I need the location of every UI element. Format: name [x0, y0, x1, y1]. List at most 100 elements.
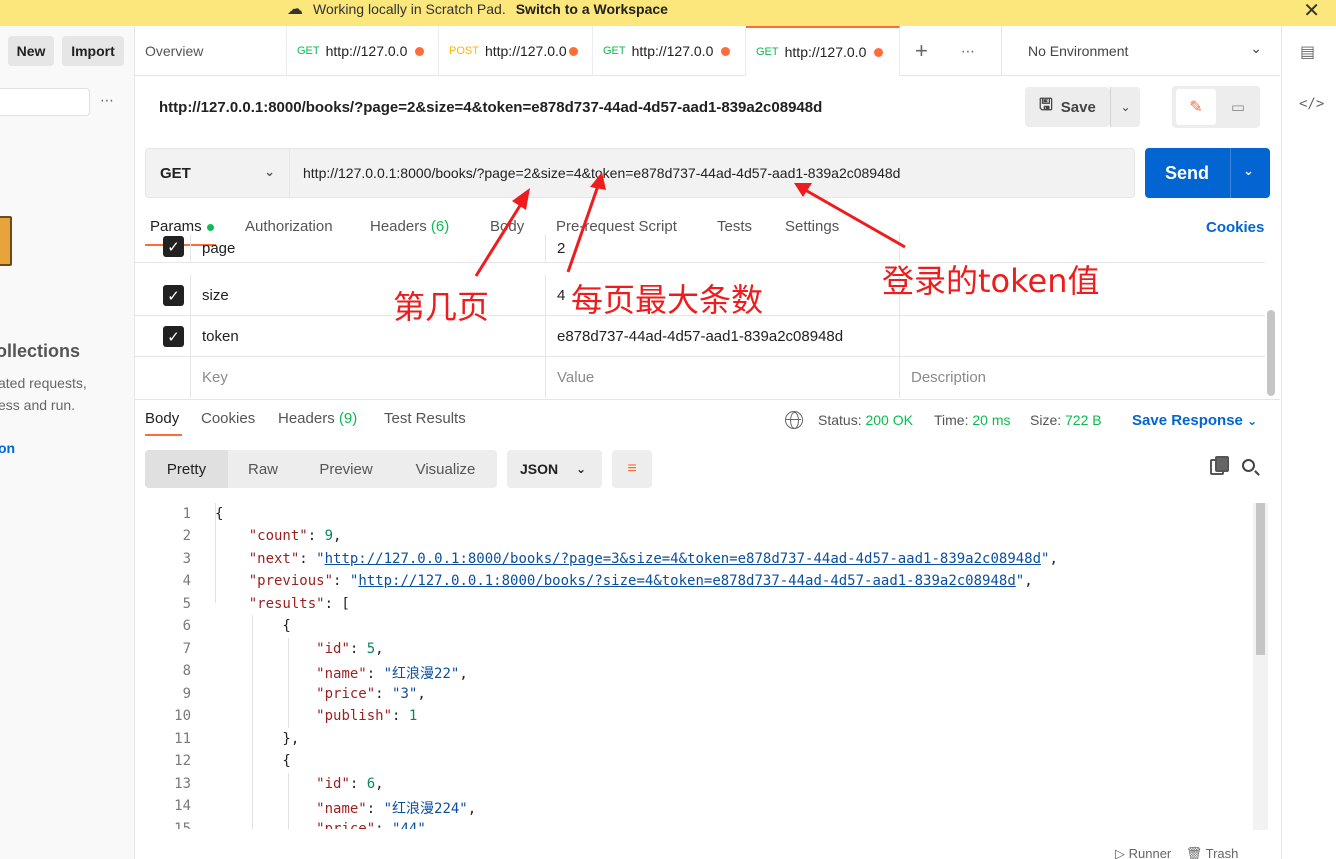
globe-icon[interactable]: [785, 411, 803, 429]
code-scrollbar[interactable]: [1253, 503, 1268, 830]
code-line: "name": "红浪漫224",: [316, 801, 477, 817]
checkbox-checked-icon[interactable]: ✓: [163, 326, 184, 347]
tab-request-2[interactable]: POST http://127.0.0: [439, 26, 593, 76]
chevron-down-icon: ⌄: [1250, 40, 1262, 56]
comment-icon[interactable]: ▭: [1220, 89, 1256, 125]
param-value[interactable]: 2: [545, 234, 899, 263]
code-line: "id": 5,: [316, 641, 384, 657]
import-button[interactable]: Import: [62, 36, 124, 66]
description-placeholder[interactable]: Description: [899, 357, 1265, 398]
save-button[interactable]: 🖫 Save: [1025, 87, 1110, 127]
annotation-page: 第几页: [393, 288, 490, 326]
checkbox-checked-icon[interactable]: ✓: [163, 285, 184, 306]
new-button[interactable]: New: [8, 36, 54, 66]
next-url-link[interactable]: http://127.0.0.1:8000/books/?page=3&size…: [325, 551, 1041, 567]
tab-response-headers[interactable]: Headers (9): [278, 410, 357, 427]
send-button[interactable]: Send ⌄: [1145, 148, 1270, 198]
response-format-group: Pretty Raw Preview Visualize: [145, 450, 497, 488]
value-placeholder[interactable]: Value: [545, 357, 899, 398]
tab-overview[interactable]: Overview: [135, 26, 287, 76]
sidebar-search-input[interactable]: [0, 88, 90, 116]
response-body-code[interactable]: 1 2 3 4 5 6 7 8 9 10 11 12 13 14 15 { "c…: [145, 503, 1251, 829]
code-line: {: [215, 506, 224, 522]
runner-button[interactable]: Runner: [1129, 846, 1172, 859]
trash-button[interactable]: Trash: [1206, 846, 1239, 859]
request-title[interactable]: http://127.0.0.1:8000/books/?page=2&size…: [159, 99, 822, 116]
divider: [135, 399, 1280, 400]
json-number: 9: [324, 528, 334, 544]
code-icon[interactable]: </>: [1299, 96, 1324, 112]
tab-response-body[interactable]: Body: [145, 410, 179, 427]
unsaved-dot-icon: [721, 46, 731, 56]
environment-select[interactable]: No Environment ⌄: [1001, 26, 1280, 76]
format-visualize[interactable]: Visualize: [394, 450, 497, 488]
json-key: "count": [248, 528, 308, 544]
search-icon[interactable]: [1242, 459, 1255, 472]
time-label: Time:: [934, 412, 969, 428]
switch-workspace-link[interactable]: Switch to a Workspace: [516, 1, 668, 17]
method-select[interactable]: GET ⌄: [145, 148, 290, 198]
close-icon[interactable]: ✕: [1303, 0, 1320, 23]
scrollbar-thumb[interactable]: [1256, 503, 1265, 655]
code-line: "publish": 1: [316, 708, 418, 724]
environment-quick-look-icon[interactable]: ▤: [1300, 42, 1315, 62]
empty-collections-heading: ollections: [0, 341, 81, 361]
code-line: "price": "44": [215, 821, 426, 829]
language-select[interactable]: JSON ⌄: [507, 450, 602, 488]
tab-authorization[interactable]: Authorization: [245, 218, 333, 235]
tab-tests[interactable]: Tests: [717, 218, 752, 235]
format-preview[interactable]: Preview: [298, 450, 394, 488]
response-headers-count: (9): [338, 410, 358, 427]
line-number: 5: [182, 596, 191, 612]
tab-params[interactable]: Params: [150, 218, 214, 235]
size-value: 722 B: [1065, 412, 1102, 428]
tab-test-results[interactable]: Test Results: [384, 410, 466, 427]
url-input[interactable]: http://127.0.0.1:8000/books/?page=2&size…: [290, 148, 1135, 198]
pencil-icon[interactable]: ✎: [1176, 89, 1216, 125]
format-raw[interactable]: Raw: [228, 450, 298, 488]
checkbox-checked-icon[interactable]: ✓: [163, 236, 184, 257]
tab-request-1[interactable]: GET http://127.0.0: [287, 26, 439, 76]
copy-icon[interactable]: [1210, 456, 1229, 475]
tab-headers[interactable]: Headers (6): [370, 218, 449, 235]
create-collection-link[interactable]: on: [0, 440, 15, 456]
time-readout: Time: 20 ms: [934, 412, 1011, 428]
param-description[interactable]: [899, 316, 1265, 357]
tab-response-cookies[interactable]: Cookies: [201, 410, 255, 427]
chevron-down-icon[interactable]: ⌄: [1243, 163, 1254, 179]
environment-label: No Environment: [1028, 43, 1129, 59]
right-rail: ▤ </>: [1281, 26, 1336, 859]
more-icon[interactable]: ⋯: [100, 92, 115, 109]
save-options-chevron-icon[interactable]: ⌄: [1110, 87, 1140, 127]
json-string: "红浪漫224": [383, 801, 468, 817]
tab-body[interactable]: Body: [490, 218, 524, 235]
size-label: Size:: [1030, 412, 1062, 428]
param-key[interactable]: token: [190, 316, 545, 357]
param-key[interactable]: page: [190, 234, 545, 263]
wrap-lines-icon[interactable]: ≡: [612, 450, 652, 488]
method-badge: POST: [449, 45, 479, 57]
new-tab-plus-icon[interactable]: +: [915, 38, 928, 64]
param-value[interactable]: e878d737-44ad-4d57-aad1-839a2c08948d: [545, 316, 899, 357]
tab-request-3[interactable]: GET http://127.0.0: [593, 26, 746, 76]
send-divider: [1230, 148, 1231, 198]
tab-label: http://127.0.0: [325, 43, 408, 59]
params-scrollbar[interactable]: [1267, 310, 1275, 396]
key-placeholder[interactable]: Key: [190, 357, 545, 398]
tabs-more-icon[interactable]: ⋯: [961, 43, 976, 60]
json-string: "3": [392, 686, 418, 702]
save-response-button[interactable]: Save Response ⌄: [1132, 412, 1257, 429]
tab-prerequest[interactable]: Pre-request Script: [556, 218, 677, 235]
json-string: "红浪漫22": [383, 666, 460, 682]
method-badge: GET: [603, 45, 626, 57]
param-key[interactable]: size: [190, 275, 545, 316]
tab-settings[interactable]: Settings: [785, 218, 839, 235]
format-pretty[interactable]: Pretty: [145, 450, 228, 488]
tab-label: http://127.0.0: [631, 43, 714, 59]
code-line: {: [215, 618, 291, 634]
previous-url-link[interactable]: http://127.0.0.1:8000/books/?size=4&toke…: [358, 573, 1015, 589]
tab-request-4-active[interactable]: GET http://127.0.0: [746, 26, 900, 76]
tab-label: http://127.0.0: [784, 44, 867, 60]
tab-params-label: Params: [150, 218, 202, 235]
code-line: "count": 9,: [248, 528, 342, 544]
